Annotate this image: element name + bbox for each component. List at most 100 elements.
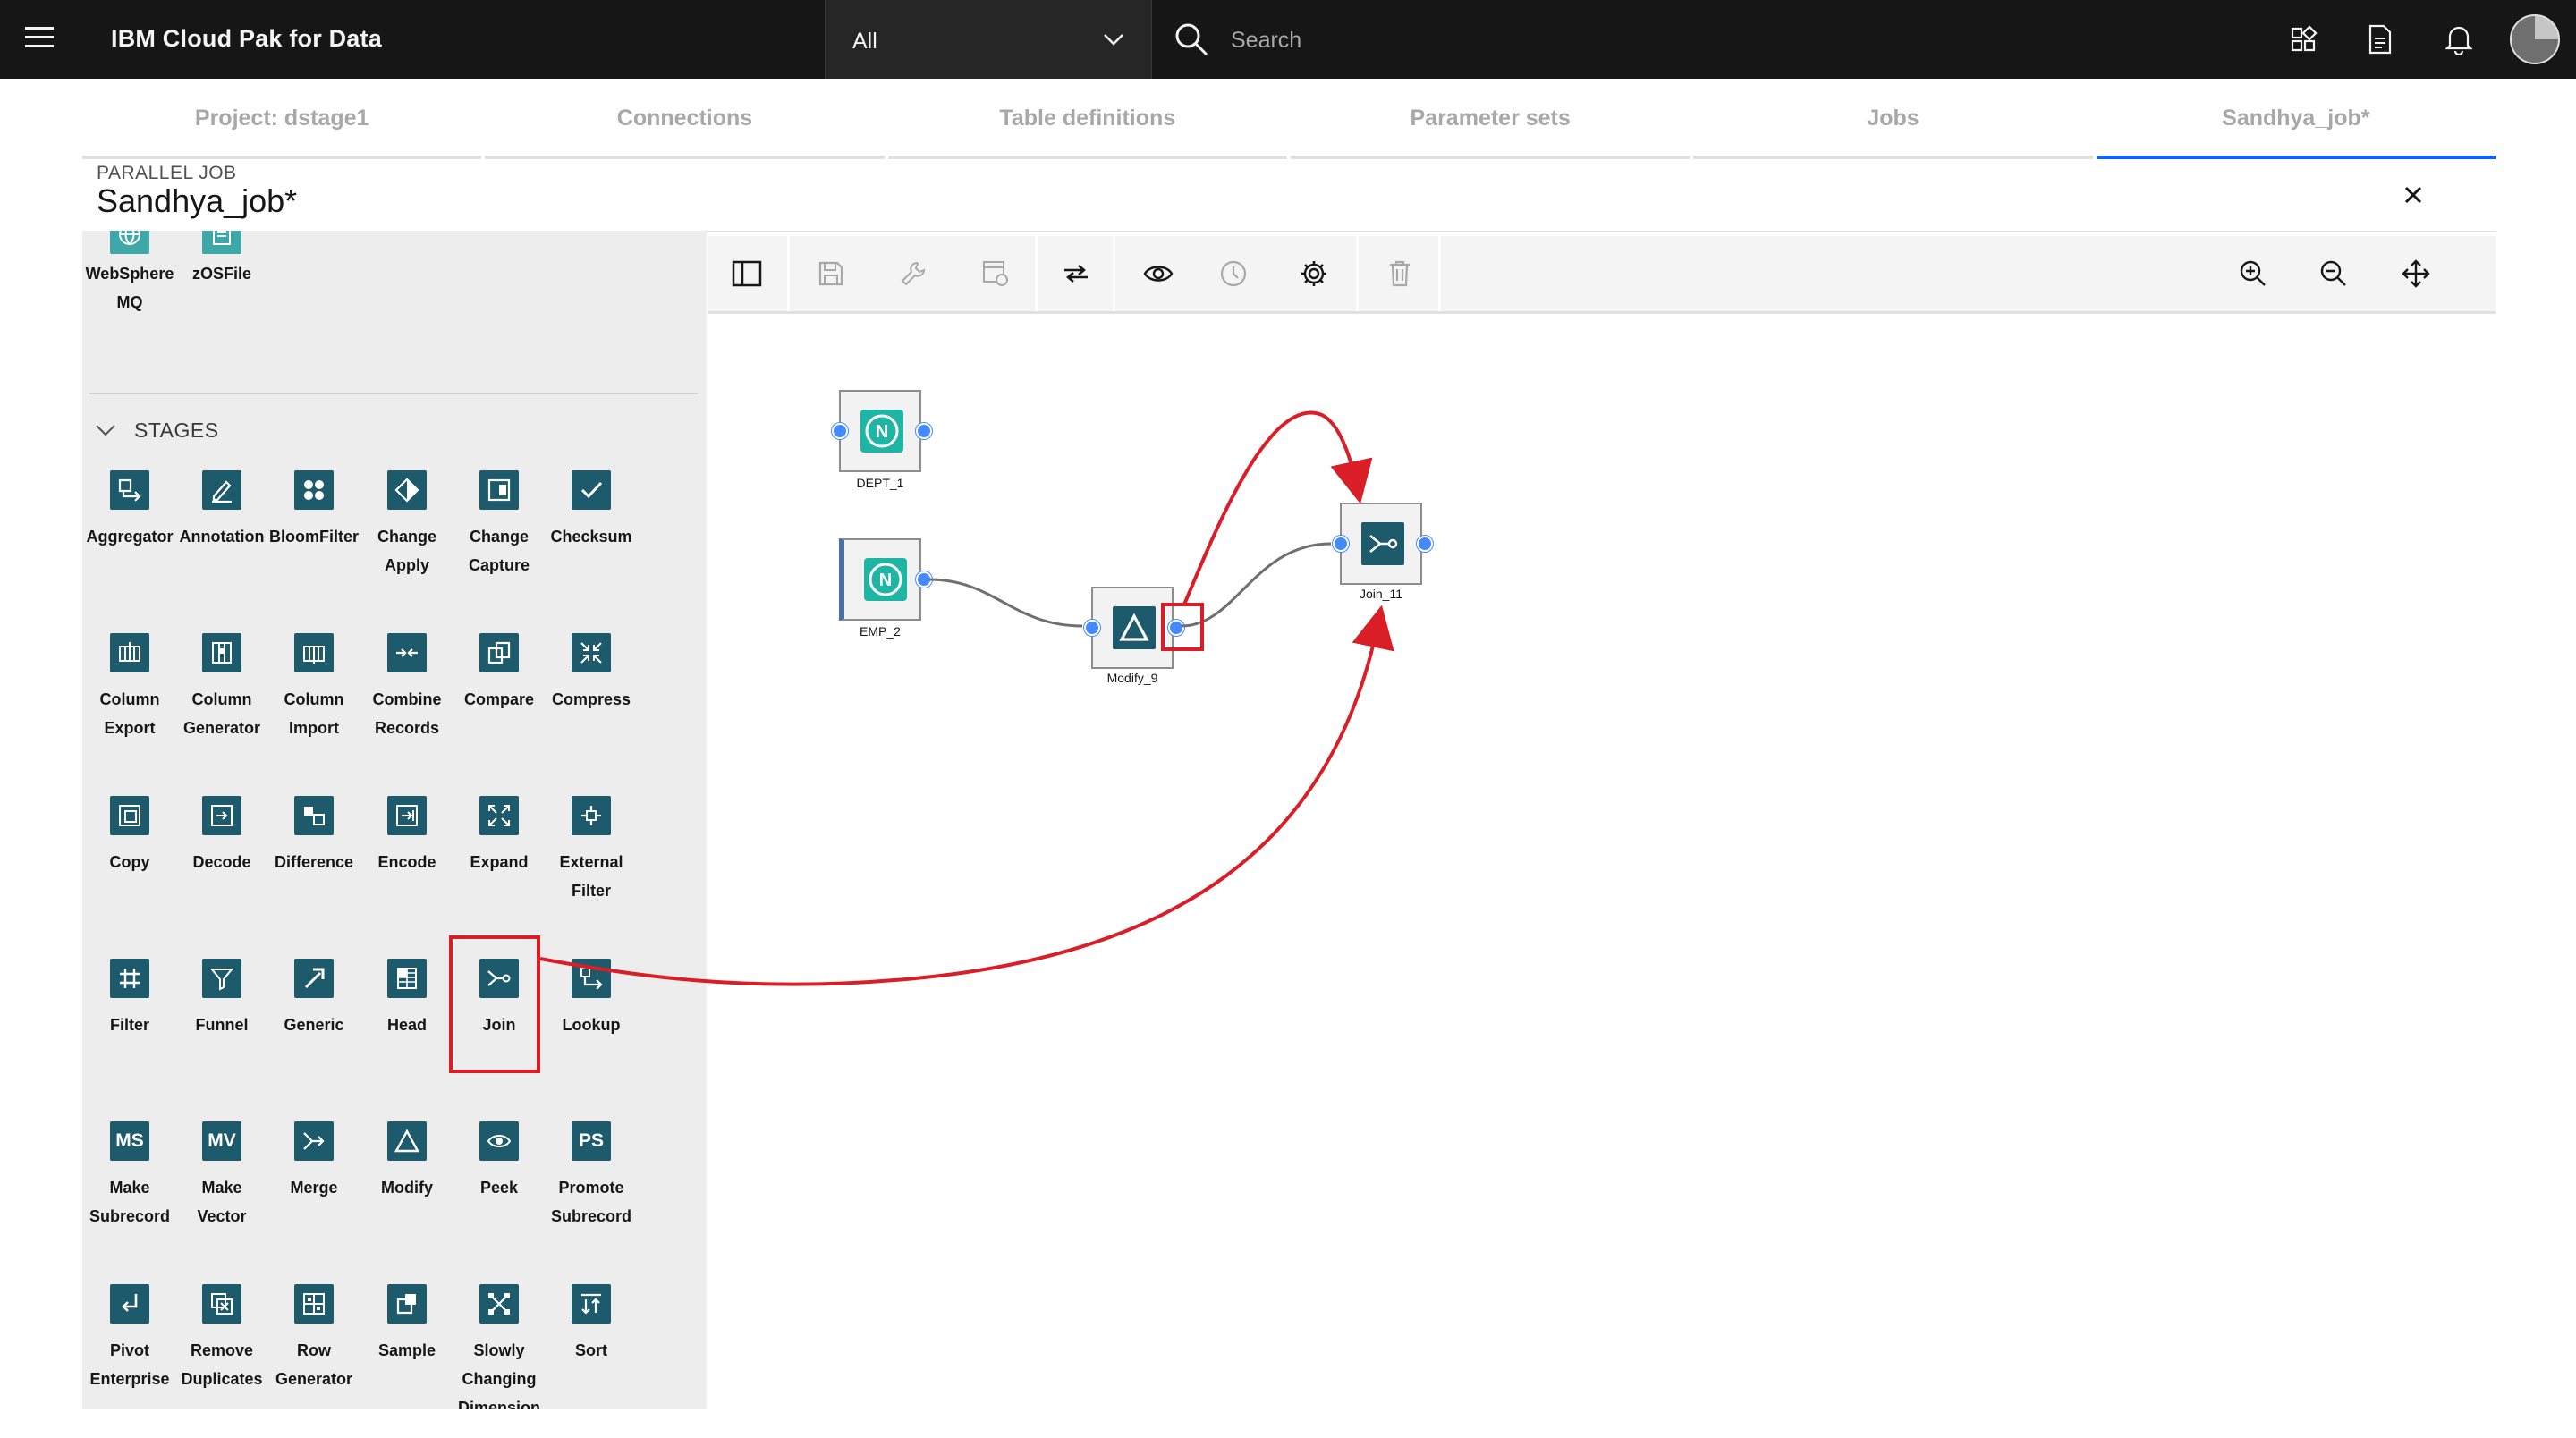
palette-item-external-filter[interactable]: External Filter <box>545 796 638 905</box>
palette-item-copy[interactable]: Copy <box>83 796 176 876</box>
run-settings-button[interactable] <box>966 245 1025 302</box>
zoom-in-icon <box>2240 260 2266 286</box>
compile-button[interactable] <box>884 245 943 302</box>
toggle-palette-button[interactable] <box>717 245 776 302</box>
save-icon <box>818 261 843 286</box>
palette-item-compress[interactable]: Compress <box>545 633 638 714</box>
palette-item-annotation[interactable]: Annotation <box>175 470 268 551</box>
globe-icon <box>110 231 149 254</box>
palette-item-make-vector[interactable]: MV Make Vector <box>175 1121 268 1231</box>
document-button[interactable] <box>2342 0 2419 79</box>
palette-item-head[interactable]: Head <box>360 959 453 1039</box>
palette-item-generic[interactable]: Generic <box>267 959 360 1039</box>
palette-label: Export <box>104 719 156 737</box>
palette-item-make-subrecord[interactable]: MS Make Subrecord <box>83 1121 176 1231</box>
search-bar <box>1152 0 2265 79</box>
delete-button[interactable] <box>1370 245 1429 302</box>
palette-label: Row <box>297 1341 331 1359</box>
palette-item-sort[interactable]: Sort <box>545 1284 638 1365</box>
palette-item-lookup[interactable]: Lookup <box>545 959 638 1039</box>
arrange-button[interactable] <box>1046 245 1106 302</box>
zoom-out-icon <box>2320 260 2346 286</box>
pivot-icon <box>110 1284 149 1324</box>
palette-label: Decode <box>192 853 251 871</box>
palette-item-websphere-mq[interactable]: WebSphere MQ <box>83 231 176 317</box>
fit-icon <box>2402 259 2430 288</box>
palette-item-pivot-enterprise[interactable]: Pivot Enterprise <box>83 1284 176 1393</box>
palette-item-join[interactable]: Join <box>453 959 546 1039</box>
settings-button[interactable] <box>1284 245 1343 302</box>
promote-subrecord-icon: PS <box>572 1121 611 1161</box>
palette-item-change-apply[interactable]: Change Apply <box>360 470 453 579</box>
palette-item-decode[interactable]: Decode <box>175 796 268 876</box>
palette-label: Generator <box>275 1370 353 1388</box>
palette-item-checksum[interactable]: Checksum <box>545 470 638 551</box>
palette-item-merge[interactable]: Merge <box>267 1121 360 1202</box>
palette-item-slowly-changing-dimension[interactable]: Slowly Changing Dimension <box>453 1284 546 1409</box>
tab-table-definitions[interactable]: Table definitions <box>887 89 1287 159</box>
palette-item-aggregator[interactable]: Aggregator <box>83 470 176 551</box>
avatar[interactable] <box>2510 14 2560 64</box>
history-button[interactable] <box>1204 245 1263 302</box>
flow-canvas[interactable]: N DEPT_1 N EMP_2 Modify_9 Join_11 <box>708 315 2496 1409</box>
palette-item-encode[interactable]: Encode <box>360 796 453 876</box>
search-input[interactable] <box>1229 20 1948 61</box>
job-header: PARALLEL JOB Sandhya_job* <box>82 159 2496 232</box>
copy-icon <box>110 796 149 835</box>
palette-item-zosfile[interactable]: zOSFile <box>175 231 268 288</box>
stage-palette: WebSphere MQ zOSFile STAGES Aggregator An… <box>82 231 707 1409</box>
product-name[interactable]: IBM Cloud Pak for Data <box>111 25 382 53</box>
palette-item-row-generator[interactable]: Row Generator <box>267 1284 360 1393</box>
palette-item-combine-records[interactable]: Combine Records <box>360 633 453 742</box>
palette-label: Funnel <box>195 1016 249 1034</box>
palette-item-column-export[interactable]: Column Export <box>83 633 176 742</box>
stages-section-header[interactable]: STAGES <box>89 393 698 442</box>
close-icon[interactable] <box>2395 177 2431 213</box>
palette-label: MQ <box>116 293 143 311</box>
palette-item-promote-subrecord[interactable]: PS Promote Subrecord <box>545 1121 638 1231</box>
palette-item-filter[interactable]: Filter <box>83 959 176 1039</box>
palette-label: Sample <box>377 1341 436 1359</box>
zoom-in-button[interactable] <box>2224 245 2283 302</box>
palette-item-sample[interactable]: Sample <box>360 1284 453 1365</box>
column-import-icon <box>294 633 334 672</box>
save-button[interactable] <box>801 245 860 302</box>
palette-label: Slowly <box>473 1341 525 1359</box>
palette-item-column-generator[interactable]: Column Generator <box>175 633 268 742</box>
palette-item-remove-duplicates[interactable]: Remove Duplicates <box>175 1284 268 1393</box>
view-icon <box>1143 266 1174 282</box>
tab-jobs[interactable]: Jobs <box>1693 89 2093 159</box>
palette-label: Combine <box>372 690 442 708</box>
palette-label: External <box>559 853 623 871</box>
tab-project[interactable]: Project: dstage1 <box>82 89 482 159</box>
palette-label: Change <box>469 528 529 546</box>
palette-item-change-capture[interactable]: Change Capture <box>453 470 546 579</box>
pencil-icon <box>202 470 242 510</box>
palette-label: Promote <box>558 1179 624 1197</box>
palette-item-column-import[interactable]: Column Import <box>267 633 360 742</box>
hamburger-menu-icon[interactable] <box>25 27 54 52</box>
palette-item-difference[interactable]: Difference <box>267 796 360 876</box>
scope-dropdown[interactable]: All <box>825 0 1152 79</box>
palette-item-modify[interactable]: Modify <box>360 1121 453 1202</box>
palette-item-expand[interactable]: Expand <box>453 796 546 876</box>
palette-label: Subrecord <box>550 1207 632 1225</box>
notification-button[interactable] <box>2420 0 2497 79</box>
tab-connections[interactable]: Connections <box>485 89 885 159</box>
palette-label: Make <box>109 1179 150 1197</box>
palette-label: Filter <box>109 1016 149 1034</box>
app-switcher-button[interactable] <box>2265 0 2342 79</box>
tab-parameter-sets[interactable]: Parameter sets <box>1290 89 1690 159</box>
zoom-out-button[interactable] <box>2304 245 2363 302</box>
view-button[interactable] <box>1129 245 1188 302</box>
fit-to-screen-button[interactable] <box>2386 245 2445 302</box>
palette-item-bloomfilter[interactable]: BloomFilter <box>267 470 360 551</box>
palette-item-compare[interactable]: Compare <box>453 633 546 714</box>
tab-sandhya-job[interactable]: Sandhya_job* <box>2096 89 2496 159</box>
funnel-icon <box>202 959 242 998</box>
page-footer-strip <box>0 1427 2576 1438</box>
palette-label: Join <box>482 1016 516 1034</box>
palette-item-funnel[interactable]: Funnel <box>175 959 268 1039</box>
palette-item-peek[interactable]: Peek <box>453 1121 546 1202</box>
decode-icon <box>202 796 242 835</box>
